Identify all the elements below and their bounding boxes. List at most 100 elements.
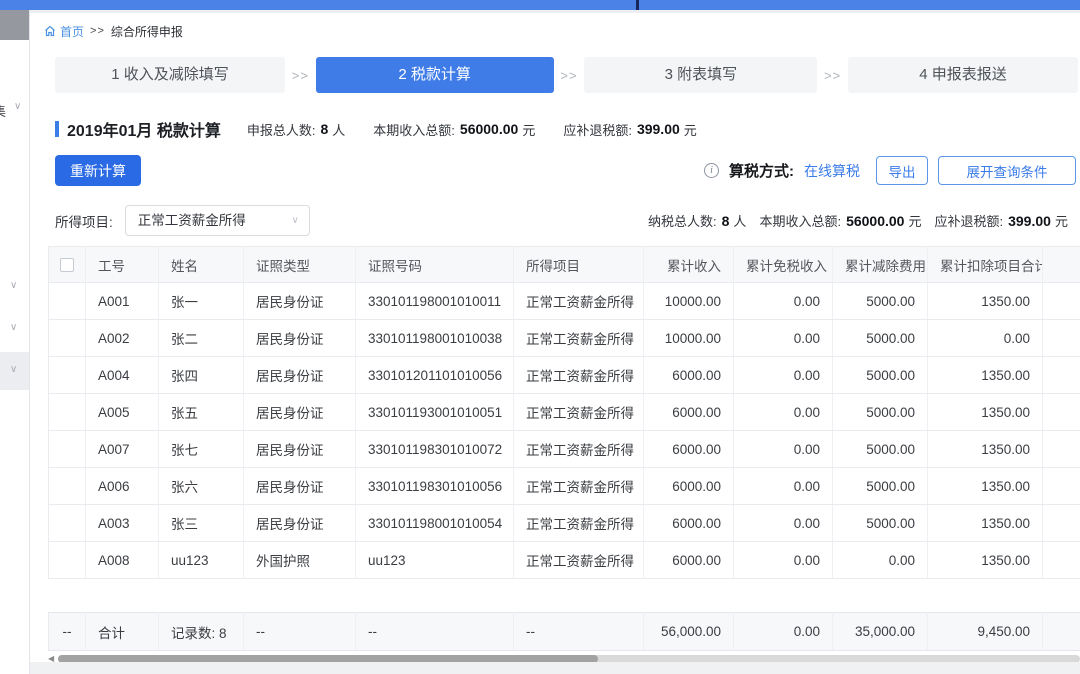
cell: 正常工资薪金所得 [514, 320, 644, 357]
cell: 1350.00 [928, 394, 1043, 431]
step-tab-2[interactable]: 2 税款计算 [316, 57, 554, 93]
expand-query-button[interactable]: 展开查询条件 [938, 156, 1076, 185]
recalculate-button[interactable]: 重新计算 [55, 155, 141, 186]
column-header: 所得项目 [514, 247, 644, 283]
total-cell: 56,000.00 [644, 613, 734, 651]
cell: 外国护照 [244, 542, 356, 579]
cell: 0.00 [734, 394, 833, 431]
income-item-label: 所得项目: [55, 211, 113, 231]
table-row[interactable]: A001张一居民身份证330101198001010011正常工资薪金所得100… [49, 283, 1080, 320]
cell: 6000.00 [644, 357, 734, 394]
sidebar-item-clipped[interactable]: 集 ∨ [0, 98, 29, 122]
stat-unit: 人 [733, 211, 746, 230]
cell: 居民身份证 [244, 394, 356, 431]
income-item-selected-value: 正常工资薪金所得 [138, 213, 246, 228]
cell: A003 [86, 505, 159, 542]
cell: 330101198001010038 [356, 320, 514, 357]
cell [1043, 283, 1080, 320]
stat-value: 8 [722, 213, 730, 229]
cell [49, 431, 86, 468]
step-tab-3[interactable]: 3 附表填写 [584, 57, 817, 93]
table-row[interactable]: A003张三居民身份证330101198001010054正常工资薪金所得600… [49, 505, 1080, 542]
income-item-select[interactable]: 正常工资薪金所得 ∨ [125, 205, 310, 236]
cell: 10000.00 [644, 320, 734, 357]
stat-value: 8 [320, 121, 328, 137]
cell: 10000.00 [644, 283, 734, 320]
scrollbar-thumb[interactable] [58, 655, 598, 662]
horizontal-scrollbar[interactable]: ◀ [48, 654, 1080, 662]
stat-unit: 元 [522, 120, 535, 139]
cell [1043, 468, 1080, 505]
column-header: 姓名 [159, 247, 244, 283]
stat-item: 本期收入总额:56000.00元 [373, 120, 535, 139]
cell [1043, 431, 1080, 468]
table-row[interactable]: A006张六居民身份证330101198301010056正常工资薪金所得600… [49, 468, 1080, 505]
total-cell: 0.00 [734, 613, 833, 651]
data-table: 工号姓名证照类型证照号码所得项目累计收入累计免税收入累计减除费用累计扣除项目合计… [48, 246, 1080, 579]
chevron-down-icon[interactable]: ∨ [10, 280, 24, 291]
cell: 0.00 [734, 468, 833, 505]
step-tab-4[interactable]: 4 申报表报送 [848, 57, 1078, 93]
cell: 5000.00 [833, 320, 928, 357]
table-row[interactable]: A004张四居民身份证330101201101010056正常工资薪金所得600… [49, 357, 1080, 394]
select-all-checkbox[interactable] [60, 258, 74, 272]
column-header: 累计扣除项目合计 [928, 247, 1043, 283]
stat-value: 399.00 [637, 121, 680, 137]
data-table-wrap: 工号姓名证照类型证照号码所得项目累计收入累计免税收入累计减除费用累计扣除项目合计… [48, 246, 1080, 579]
column-header: 证照号码 [356, 247, 514, 283]
cell: A007 [86, 431, 159, 468]
stat-item: 申报总人数:8人 [247, 120, 345, 139]
cell: uu123 [356, 542, 514, 579]
cell: A002 [86, 320, 159, 357]
stat-value: 56000.00 [846, 213, 904, 229]
chevron-down-icon[interactable]: ∨ [10, 322, 24, 333]
page-title: 2019年01月 税款计算 [67, 117, 221, 141]
stat-label: 应补退税额: [563, 120, 632, 139]
total-cell: -- [244, 613, 356, 651]
info-icon[interactable]: i [704, 163, 719, 178]
table-row[interactable]: A007张七居民身份证330101198301010072正常工资薪金所得600… [49, 431, 1080, 468]
cell [1043, 542, 1080, 579]
scrollbar-track[interactable] [58, 655, 1080, 662]
cell: uu123 [159, 542, 244, 579]
step-separator: >> [554, 68, 585, 83]
stat-label: 本期收入总额: [759, 211, 841, 230]
cell [49, 542, 86, 579]
cell [1043, 394, 1080, 431]
cell [1043, 320, 1080, 357]
stat-item: 本期收入总额:56000.00元 [759, 211, 921, 230]
step-tab-1[interactable]: 1 收入及减除填写 [55, 57, 285, 93]
stat-item: 应补退税额:399.00元 [563, 120, 696, 139]
breadcrumb-separator: >> [90, 25, 105, 37]
total-cell: -- [49, 613, 86, 651]
export-button[interactable]: 导出 [876, 156, 928, 185]
cell: 正常工资薪金所得 [514, 357, 644, 394]
cell: 330101198301010072 [356, 431, 514, 468]
cell [49, 320, 86, 357]
breadcrumb-home-link[interactable]: 首页 [44, 23, 84, 40]
sidebar-item-selected[interactable]: ∨ [0, 352, 29, 390]
cell: 居民身份证 [244, 320, 356, 357]
table-row[interactable]: A002张二居民身份证330101198001010038正常工资薪金所得100… [49, 320, 1080, 357]
column-header: 累计减除费用 [833, 247, 928, 283]
stat-label: 本期收入总额: [373, 120, 455, 139]
filter-row: 所得项目: 正常工资薪金所得 ∨ [55, 205, 310, 236]
scroll-left-arrow-icon[interactable]: ◀ [48, 654, 58, 662]
table-row[interactable]: A005张五居民身份证330101193001010051正常工资薪金所得600… [49, 394, 1080, 431]
cell: 0.00 [734, 505, 833, 542]
cell [1043, 357, 1080, 394]
cell: 正常工资薪金所得 [514, 542, 644, 579]
cell: 居民身份证 [244, 431, 356, 468]
chevron-down-icon: ∨ [14, 101, 28, 112]
breadcrumb-current: 综合所得申报 [111, 23, 183, 40]
cell: 5000.00 [833, 505, 928, 542]
table-row[interactable]: A008uu123外国护照uu123正常工资薪金所得6000.000.000.0… [49, 542, 1080, 579]
step-separator: >> [817, 68, 848, 83]
stat-unit: 元 [1055, 211, 1068, 230]
cell: A001 [86, 283, 159, 320]
title-accent-bar [55, 121, 59, 137]
cell: 居民身份证 [244, 468, 356, 505]
tax-mode-value[interactable]: 在线算税 [804, 161, 860, 181]
breadcrumb: 首页 >> 综合所得申报 [44, 21, 183, 41]
filter-stats: 纳税总人数:8人本期收入总额:56000.00元应补退税额:399.00元 [648, 205, 1080, 236]
